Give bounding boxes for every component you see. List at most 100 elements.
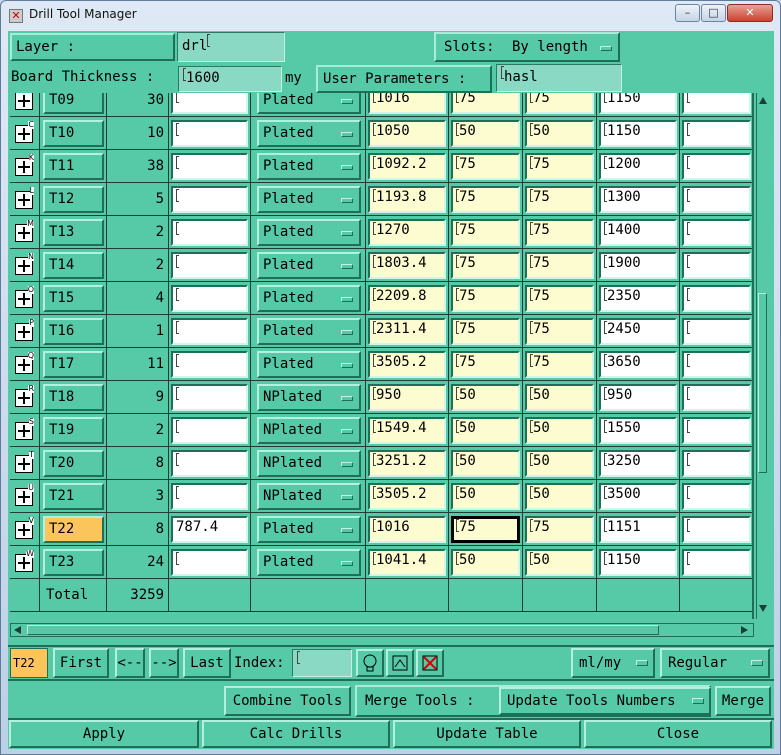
next-button[interactable]: --> xyxy=(149,648,179,678)
finish-hole-field[interactable]: 787.4 xyxy=(171,516,248,543)
minus-tol-field[interactable]: 75 xyxy=(525,93,594,114)
drill-size-field[interactable]: 1400 xyxy=(599,219,677,246)
extra-field[interactable] xyxy=(682,186,751,213)
finish-size-field[interactable]: 1270 xyxy=(368,219,446,246)
minus-tol-field[interactable]: 75 xyxy=(525,351,594,378)
minus-tol-field[interactable]: 50 xyxy=(525,549,594,576)
scroll-up-icon[interactable] xyxy=(759,97,767,104)
finish-hole-field[interactable] xyxy=(171,120,248,147)
plus-tol-field[interactable]: 75 xyxy=(451,93,520,114)
extra-field[interactable] xyxy=(682,516,751,543)
units-option[interactable]: ml/my xyxy=(571,648,655,678)
finish-hole-field[interactable] xyxy=(171,450,248,477)
expand-plus-icon[interactable]: U xyxy=(15,484,34,506)
finish-size-field[interactable]: 2209.8 xyxy=(368,285,446,312)
minus-tol-field[interactable]: 75 xyxy=(525,252,594,279)
tool-button[interactable]: T14 xyxy=(43,252,104,279)
tool-button[interactable]: T13 xyxy=(43,219,104,246)
minus-tol-field[interactable]: 75 xyxy=(525,318,594,345)
plus-tol-field[interactable]: 75 xyxy=(451,285,520,312)
plating-option[interactable]: NPlated xyxy=(257,384,361,411)
drill-size-field[interactable]: 1300 xyxy=(599,186,677,213)
finish-hole-field[interactable] xyxy=(171,219,248,246)
first-button[interactable]: First xyxy=(53,648,109,678)
drill-size-field[interactable]: 1150 xyxy=(599,549,677,576)
finish-hole-field[interactable] xyxy=(171,318,248,345)
finish-hole-field[interactable] xyxy=(171,93,248,114)
merge-button[interactable]: Merge xyxy=(715,686,771,716)
plus-tol-field[interactable]: 75 xyxy=(451,318,520,345)
mode-option[interactable]: Regular xyxy=(660,648,770,678)
expand-plus-icon[interactable]: M xyxy=(15,220,34,242)
expand-plus-icon[interactable]: V xyxy=(15,517,34,539)
finish-hole-field[interactable] xyxy=(171,285,248,312)
extra-field[interactable] xyxy=(682,549,751,576)
drill-size-field[interactable]: 2350 xyxy=(599,285,677,312)
plating-option[interactable]: Plated xyxy=(257,285,361,312)
finish-size-field[interactable]: 1050 xyxy=(368,120,446,147)
expand-plus-icon[interactable]: R xyxy=(15,385,34,407)
tool-button[interactable]: T22 xyxy=(43,516,104,543)
extra-field[interactable] xyxy=(682,417,751,444)
finish-hole-field[interactable] xyxy=(171,417,248,444)
vertical-scrollbar[interactable] xyxy=(756,93,768,619)
extra-field[interactable] xyxy=(682,384,751,411)
plating-option[interactable]: Plated xyxy=(257,318,361,345)
drill-size-field[interactable]: 3650 xyxy=(599,351,677,378)
finish-size-field[interactable]: 1092.2 xyxy=(368,153,446,180)
plating-option[interactable]: Plated xyxy=(257,351,361,378)
finish-hole-field[interactable] xyxy=(171,252,248,279)
expand-plus-icon[interactable]: Q xyxy=(15,352,34,374)
apply-button[interactable]: Apply xyxy=(9,720,199,748)
combine-tools-button[interactable]: Combine Tools xyxy=(224,686,351,716)
plus-tol-field[interactable]: 75 xyxy=(451,252,520,279)
prev-button[interactable]: <-- xyxy=(115,648,145,678)
bulb-icon[interactable] xyxy=(356,649,384,677)
plus-tol-field[interactable]: 75 xyxy=(451,516,520,543)
horizontal-scrollbar[interactable] xyxy=(10,623,754,637)
scroll-right-icon[interactable] xyxy=(741,626,748,634)
finish-size-field[interactable]: 3251.2 xyxy=(368,450,446,477)
flow-icon[interactable] xyxy=(386,649,414,677)
finish-hole-field[interactable] xyxy=(171,153,248,180)
user-params-field[interactable]: hasl xyxy=(496,64,622,92)
extra-field[interactable] xyxy=(682,93,751,114)
extra-field[interactable] xyxy=(682,153,751,180)
last-button[interactable]: Last xyxy=(183,648,231,678)
slots-option[interactable]: By length xyxy=(512,35,588,59)
plating-option[interactable]: NPlated xyxy=(257,483,361,510)
extra-field[interactable] xyxy=(682,285,751,312)
tool-button[interactable]: T17 xyxy=(43,351,104,378)
extra-field[interactable] xyxy=(682,450,751,477)
minus-tol-field[interactable]: 75 xyxy=(525,186,594,213)
finish-hole-field[interactable] xyxy=(171,384,248,411)
expand-plus-icon[interactable] xyxy=(15,93,33,110)
tool-button[interactable]: T15 xyxy=(43,285,104,312)
expand-plus-icon[interactable]: S xyxy=(15,418,34,440)
minus-tol-field[interactable]: 75 xyxy=(525,285,594,312)
extra-field[interactable] xyxy=(682,252,751,279)
scroll-left-icon[interactable] xyxy=(14,626,21,634)
expand-plus-icon[interactable]: T xyxy=(15,451,34,473)
drill-size-field[interactable]: 1200 xyxy=(599,153,677,180)
finish-size-field[interactable]: 1016 xyxy=(368,516,446,543)
finish-size-field[interactable]: 1549.4 xyxy=(368,417,446,444)
minus-tol-field[interactable]: 75 xyxy=(525,153,594,180)
plating-option[interactable]: NPlated xyxy=(257,417,361,444)
tool-button[interactable]: T11 xyxy=(43,153,104,180)
finish-size-field[interactable]: 1041.4 xyxy=(368,549,446,576)
plus-tol-field[interactable]: 50 xyxy=(451,417,520,444)
tool-button[interactable]: T16 xyxy=(43,318,104,345)
update-tools-numbers-option[interactable]: Update Tools Numbers xyxy=(499,687,711,715)
tool-button[interactable]: T10 xyxy=(43,120,104,147)
plating-option[interactable]: Plated xyxy=(257,93,361,114)
finish-size-field[interactable]: 1193.8 xyxy=(368,186,446,213)
minus-tol-field[interactable]: 50 xyxy=(525,120,594,147)
plating-option[interactable]: Plated xyxy=(257,120,361,147)
tool-button[interactable]: T09 xyxy=(43,93,104,114)
tool-button[interactable]: T18 xyxy=(43,384,104,411)
plus-tol-field[interactable]: 75 xyxy=(451,153,520,180)
horizontal-scroll-thumb[interactable] xyxy=(27,625,659,635)
index-field[interactable] xyxy=(292,649,352,677)
plus-tol-field[interactable]: 50 xyxy=(451,549,520,576)
